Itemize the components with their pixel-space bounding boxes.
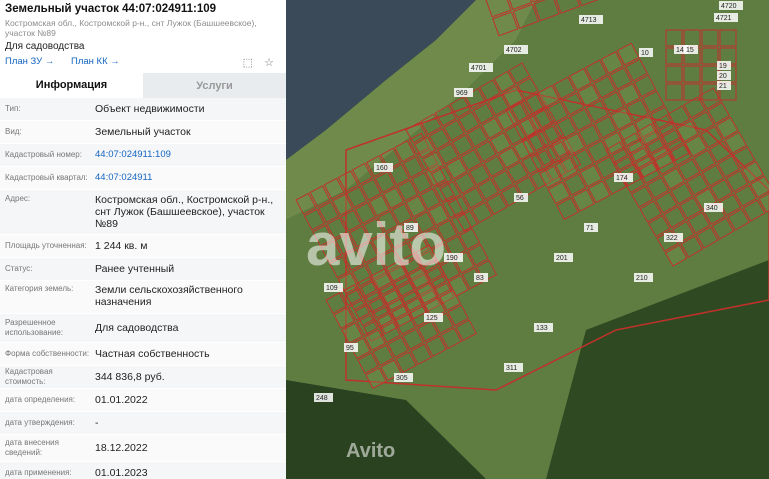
tab-information[interactable]: Информация bbox=[0, 73, 143, 98]
plan-zu-link[interactable]: План ЗУ → bbox=[5, 56, 54, 67]
detail-label: Кадастровый квартал: bbox=[5, 173, 88, 182]
detail-label: дата применения: bbox=[5, 468, 72, 477]
parcel-number-label: 340 bbox=[706, 205, 718, 212]
detail-label: Разрешенное использование: bbox=[5, 318, 64, 337]
detail-row-cadastral-value: Кадастровая стоимость: 344 836,8 руб. bbox=[0, 366, 286, 389]
parcel-number-label: 56 bbox=[516, 195, 524, 202]
detail-value: Земли сельскохозяйственного назначения bbox=[95, 284, 243, 308]
parcel-number-label: 125 bbox=[426, 315, 438, 322]
parcel-number-label: 109 bbox=[326, 285, 338, 292]
cadastral-block-link[interactable]: 44:07:024911 bbox=[95, 172, 286, 184]
detail-row-cadastral-block: Кадастровый квартал: 44:07:024911 bbox=[0, 167, 286, 190]
plan-kk-link[interactable]: План КК → bbox=[71, 56, 120, 67]
detail-value: 1 244 кв. м bbox=[95, 240, 148, 252]
select-area-icon[interactable]: ⬚ bbox=[243, 57, 253, 69]
detail-value: Земельный участок bbox=[95, 126, 191, 138]
parcel-number-label: 20 bbox=[719, 73, 727, 80]
detail-label: дата определения: bbox=[5, 395, 76, 404]
parcel-number-label: 4702 bbox=[506, 47, 522, 54]
info-panel: Земельный участок 44:07:024911:109 Костр… bbox=[0, 0, 286, 479]
detail-label: Кадастровая стоимость: bbox=[5, 367, 53, 386]
detail-label: Адрес: bbox=[5, 194, 31, 203]
detail-value: 01.01.2023 bbox=[95, 467, 148, 479]
detail-row-date-determined: дата определения: 01.01.2022 bbox=[0, 389, 286, 412]
detail-row-address: Адрес: Костромская обл., Костромской р-н… bbox=[0, 190, 286, 235]
avito-watermark: avito bbox=[306, 211, 447, 278]
parcel-number-label: 201 bbox=[556, 255, 568, 262]
parcel-number-label: 133 bbox=[536, 325, 548, 332]
parcel-number-label: 969 bbox=[456, 90, 468, 97]
arrow-right-icon: → bbox=[44, 56, 55, 67]
detail-label: Форма собственности: bbox=[5, 349, 90, 358]
avito-watermark-bottom: Avito bbox=[346, 440, 396, 462]
plan-links: План ЗУ → План КК → bbox=[5, 56, 134, 67]
parcel-number-label: 4713 bbox=[581, 17, 597, 24]
detail-value: 18.12.2022 bbox=[95, 442, 148, 454]
detail-label: Вид: bbox=[5, 127, 22, 136]
parcel-number-label: 10 bbox=[641, 50, 649, 57]
star-icon[interactable]: ☆ bbox=[264, 57, 274, 69]
detail-row-status: Статус: Ранее учтенный bbox=[0, 258, 286, 281]
parcel-number-label: 248 bbox=[316, 395, 328, 402]
detail-label: дата внесения сведений: bbox=[5, 438, 59, 457]
parcel-number-label: 322 bbox=[666, 235, 678, 242]
detail-row-type: Тип: Объект недвижимости bbox=[0, 98, 286, 121]
parcel-number-label: 4721 bbox=[716, 15, 732, 22]
detail-value: Объект недвижимости bbox=[95, 103, 205, 115]
parcel-number-label: 174 bbox=[616, 175, 628, 182]
parcel-number-label: 190 bbox=[446, 255, 458, 262]
parcel-number-label: 311 bbox=[506, 365, 517, 372]
detail-row-permitted-use: Разрешенное использование: Для садоводст… bbox=[0, 314, 286, 343]
detail-row-land-category: Категория земель: Земли сельскохозяйстве… bbox=[0, 281, 286, 314]
parcel-number-label: 160 bbox=[376, 165, 388, 172]
detail-row-kind: Вид: Земельный участок bbox=[0, 121, 286, 144]
parcel-number-label: 21 bbox=[719, 83, 727, 90]
parcel-number-label: 4720 bbox=[721, 3, 737, 10]
satellite-map[interactable]: 4721 4720 4713 4702 4701 969 10 14 15 19 20 21 89 109… bbox=[286, 0, 769, 479]
parcel-number-label: 71 bbox=[586, 225, 594, 232]
detail-value: Частная собственность bbox=[95, 348, 210, 360]
detail-label: Категория земель: bbox=[5, 284, 74, 293]
plan-zu-label: План ЗУ bbox=[5, 56, 43, 67]
tab-services[interactable]: Услуги bbox=[143, 73, 286, 98]
parcel-address-short: Костромская обл., Костромской р-н., снт … bbox=[5, 18, 257, 38]
detail-row-date-applied: дата применения: 01.01.2023 bbox=[0, 462, 286, 479]
parcel-number-label: 83 bbox=[476, 275, 484, 282]
parcel-number-label: 305 bbox=[396, 375, 408, 382]
detail-value: 344 836,8 руб. bbox=[95, 371, 165, 383]
parcel-number-label: 95 bbox=[346, 345, 354, 352]
parcel-number-label: 4701 bbox=[471, 65, 487, 72]
parcel-number-label: 15 bbox=[686, 47, 694, 54]
parcel-purpose: Для садоводства bbox=[5, 41, 85, 52]
tool-icons: ⬚ ☆ bbox=[235, 56, 274, 69]
detail-row-date-entered: дата внесения сведений: 18.12.2022 bbox=[0, 435, 286, 462]
parcel-number-label: 14 bbox=[676, 47, 684, 54]
parcel-title: Земельный участок 44:07:024911:109 bbox=[5, 3, 217, 15]
detail-label: Площадь уточненная: bbox=[5, 241, 87, 250]
detail-value: Для садоводства bbox=[95, 322, 179, 334]
cadastral-number-link[interactable]: 44:07:024911:109 bbox=[95, 149, 286, 161]
detail-label: дата утверждения: bbox=[5, 418, 75, 427]
detail-value: - bbox=[95, 417, 99, 429]
detail-row-date-approved: дата утверждения: - bbox=[0, 412, 286, 435]
detail-label: Тип: bbox=[5, 104, 21, 113]
detail-label: Статус: bbox=[5, 264, 33, 273]
detail-row-cadastral-number: Кадастровый номер: 44:07:024911:109 bbox=[0, 144, 286, 167]
detail-row-ownership: Форма собственности: Частная собственнос… bbox=[0, 343, 286, 366]
arrow-right-icon: → bbox=[110, 56, 120, 67]
parcel-number-label: 19 bbox=[719, 63, 727, 70]
detail-row-area: Площадь уточненная: 1 244 кв. м bbox=[0, 235, 286, 258]
detail-label: Кадастровый номер: bbox=[5, 150, 82, 159]
parcel-number-label: 210 bbox=[636, 275, 648, 282]
details-table: Тип: Объект недвижимости Вид: Земельный … bbox=[0, 98, 286, 479]
detail-value: Костромская обл., Костромской р-н., снт … bbox=[95, 194, 274, 230]
tab-bar: Информация Услуги bbox=[0, 73, 286, 98]
detail-value: Ранее учтенный bbox=[95, 263, 175, 275]
detail-value: 01.01.2022 bbox=[95, 394, 148, 406]
plan-kk-label: План КК bbox=[71, 56, 108, 67]
